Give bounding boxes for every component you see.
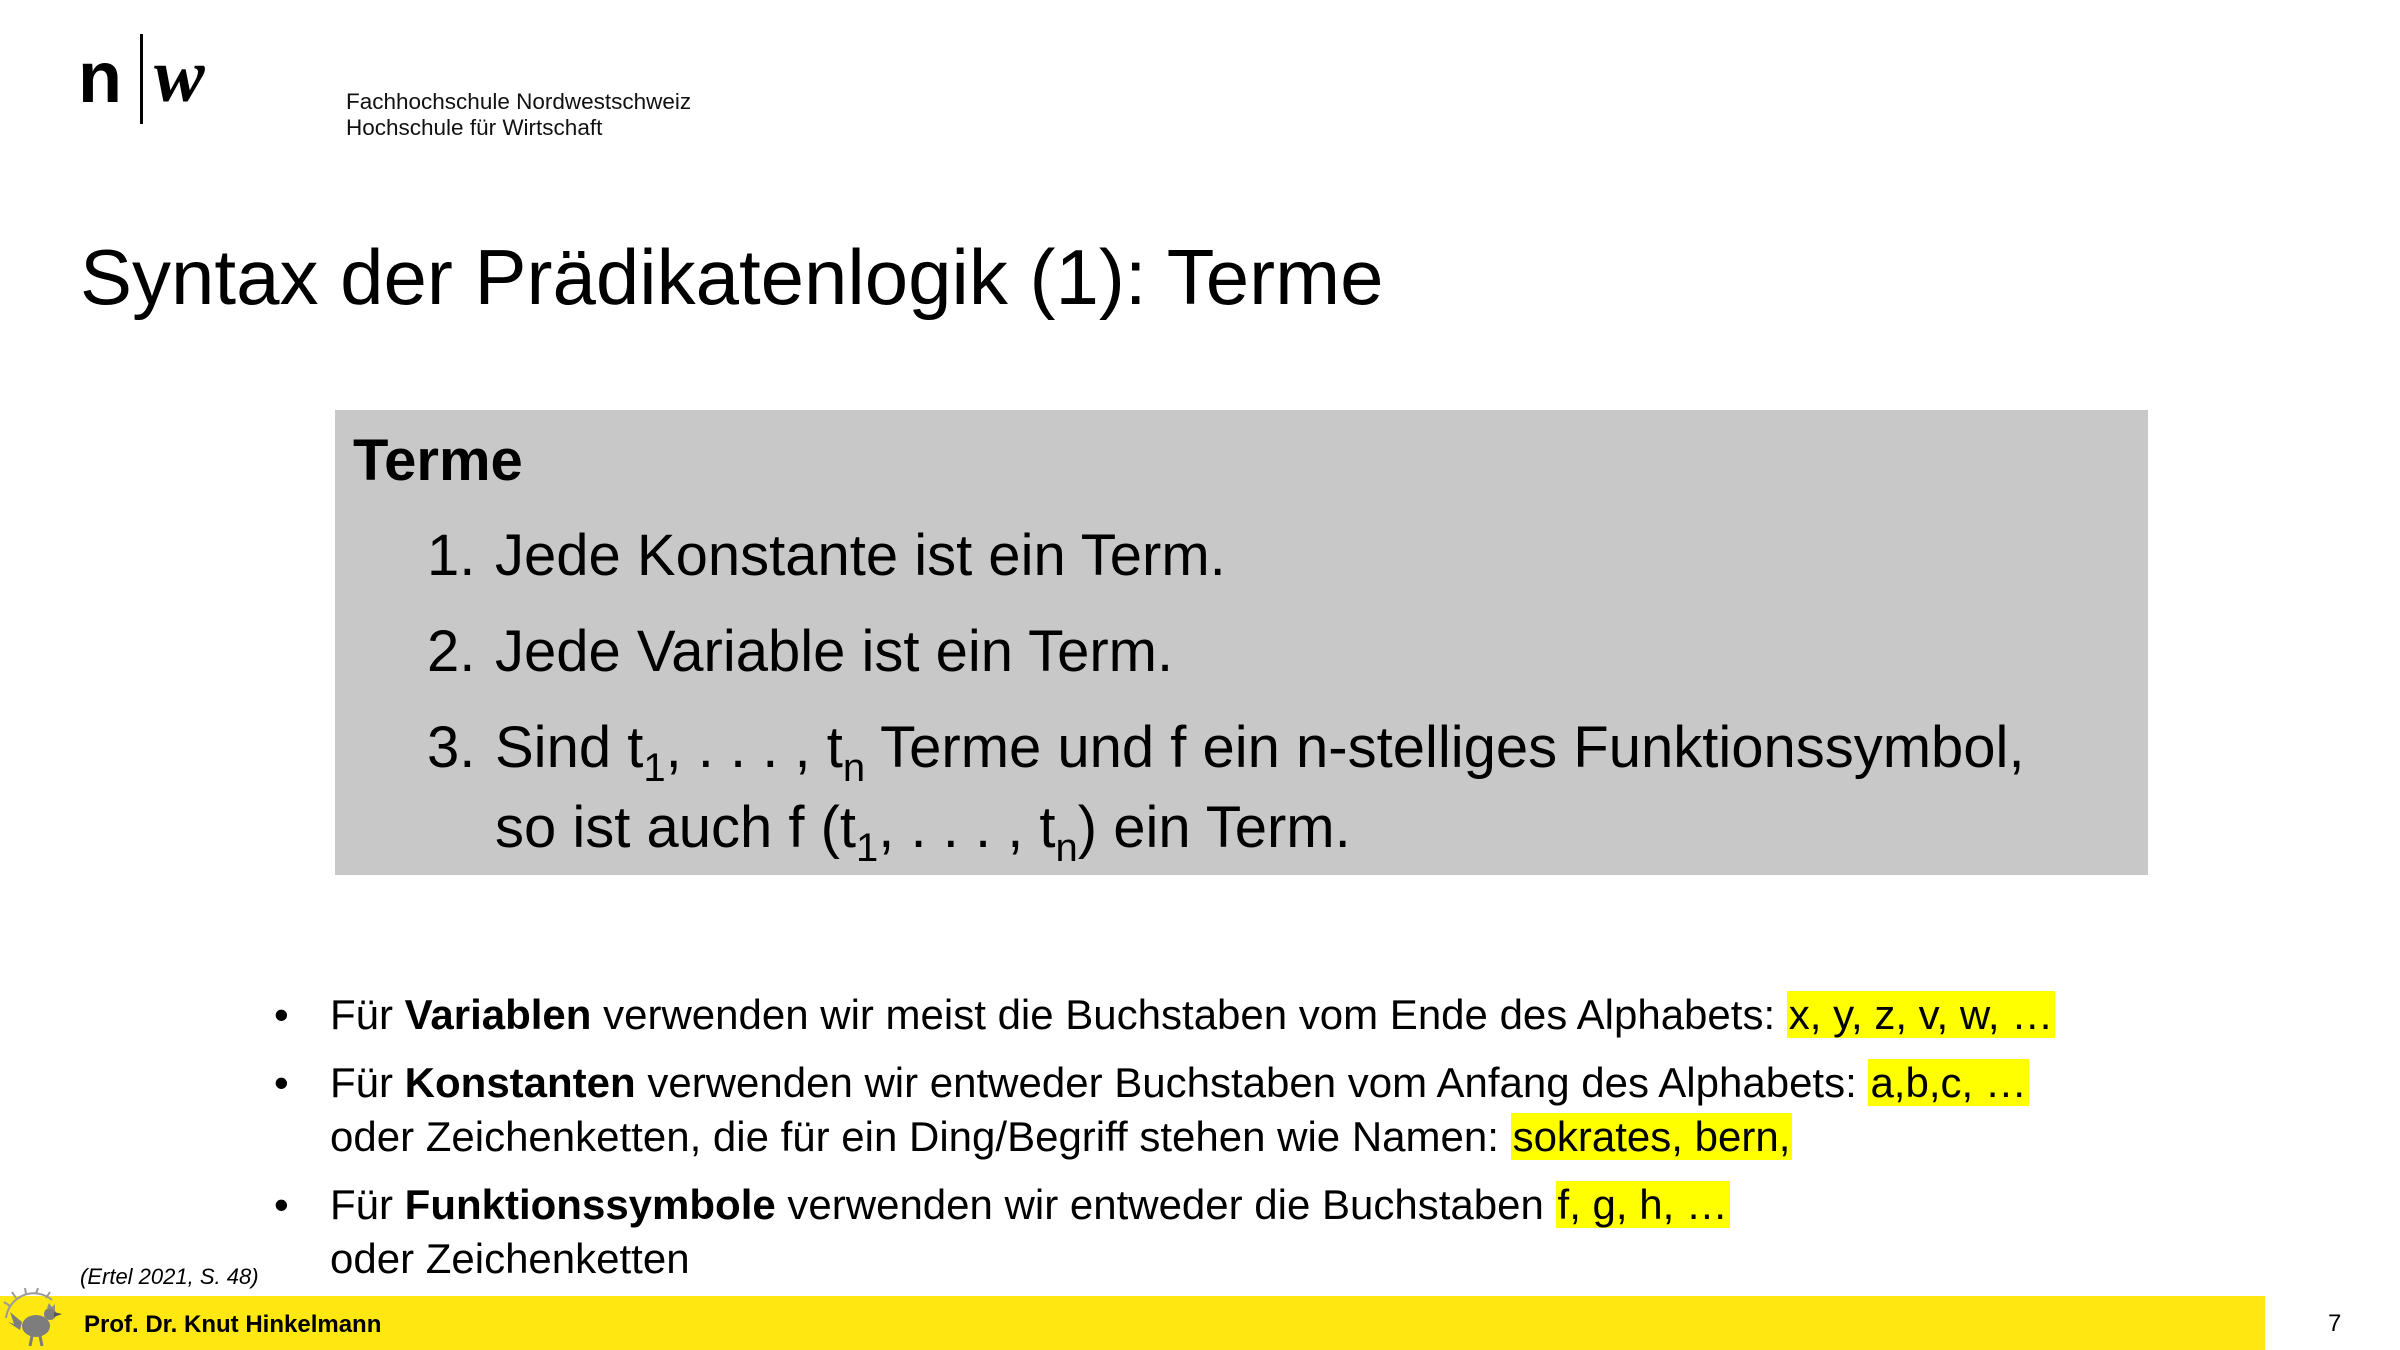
bullet-list: • Für Variablen verwenden wir meist die … — [270, 988, 2056, 1300]
item-text-part: , . . . , t — [665, 715, 843, 780]
bullet-keyword: Konstanten — [404, 1059, 636, 1106]
subscript: n — [842, 746, 866, 790]
item-number: 3. — [427, 715, 476, 780]
bullet-item-functions: • Für Funktionssymbole verwenden wir ent… — [270, 1178, 2055, 1286]
item-text-part: so ist auch f (t — [495, 795, 857, 860]
definition-item-3: 3. Sind t1, . . . , tn Terme und f ein n-… — [427, 708, 2025, 788]
definition-item-3-line2: so ist auch f (t1, . . . , tn) ein Term. — [427, 788, 1351, 868]
subscript: n — [1055, 826, 1078, 870]
item-number: 1. — [427, 523, 476, 588]
slide-title: Syntax der Prädikatenlogik (1): Terme — [80, 233, 1384, 321]
definition-heading: Terme — [353, 428, 523, 493]
bullet-keyword: Variablen — [404, 991, 592, 1038]
bullet-text: verwenden wir entweder die Buchstaben — [775, 1181, 1556, 1228]
institution-name: Fachhochschule Nordwestschweiz Hochschul… — [346, 89, 691, 141]
item-text: Jede Konstante ist ein Term. — [495, 523, 1226, 588]
subscript: 1 — [856, 826, 879, 870]
item-text-part: Sind t — [495, 715, 644, 780]
rooster-icon — [3, 1288, 62, 1347]
logo-letter-w: w — [154, 34, 205, 118]
bullet-dot: • — [274, 991, 289, 1038]
bullet-dot: • — [274, 1059, 289, 1106]
highlight-examples: sokrates, bern, — [1510, 1113, 1793, 1160]
highlight-examples: x, y, z, v, w, … — [1786, 991, 2056, 1038]
item-text: Jede Variable ist ein Term. — [495, 619, 1174, 684]
highlight-examples: f, g, h, … — [1555, 1181, 1730, 1228]
definition-item-1: 1. Jede Konstante ist ein Term. — [427, 516, 1226, 596]
slide: n w Fachhochschule Nordwestschweiz Hochs… — [0, 0, 2400, 1350]
source-citation: (Ertel 2021, S. 48) — [80, 1264, 259, 1289]
bullet-keyword: Funktionssymbole — [404, 1181, 776, 1228]
bullet-text: Für — [330, 1059, 405, 1106]
bullet-text: verwenden wir entweder Buchstaben vom An… — [635, 1059, 1869, 1106]
bullet-text: Für — [330, 991, 405, 1038]
bullet-text: Für — [330, 1181, 405, 1228]
item-number: 2. — [427, 619, 476, 684]
logo-divider — [140, 34, 143, 124]
item-text-part: , . . . , t — [878, 795, 1056, 860]
definition-item-2: 2. Jede Variable ist ein Term. — [427, 612, 1173, 692]
definition-box: Terme 1. Jede Konstante ist ein Term. 2. J… — [335, 410, 2148, 875]
institution-line2: Hochschule für Wirtschaft — [346, 115, 603, 140]
bullet-dot: • — [274, 1181, 289, 1228]
author-name: Prof. Dr. Knut Hinkelmann — [84, 1311, 382, 1338]
item-text-part: Terme und f ein n-stelliges Funktionssym… — [865, 715, 2025, 780]
bullet-item-variables: • Für Variablen verwenden wir meist die … — [270, 988, 2056, 1042]
logo-letter-n: n — [78, 38, 122, 118]
subscript: 1 — [643, 746, 666, 790]
bullet-text: verwenden wir meist die Buchstaben vom E… — [591, 991, 1787, 1038]
page-number: 7 — [2328, 1310, 2342, 1337]
highlight-examples: a,b,c, … — [1868, 1059, 2029, 1106]
item-text-part: ) ein Term. — [1077, 795, 1351, 860]
institution-line1: Fachhochschule Nordwestschweiz — [346, 89, 692, 114]
bullet-text: oder Zeichenketten, die für ein Ding/Beg… — [330, 1113, 1511, 1160]
bullet-text: oder Zeichenketten — [330, 1235, 690, 1282]
bullet-item-constants: • Für Konstanten verwenden wir entweder … — [270, 1056, 2055, 1164]
